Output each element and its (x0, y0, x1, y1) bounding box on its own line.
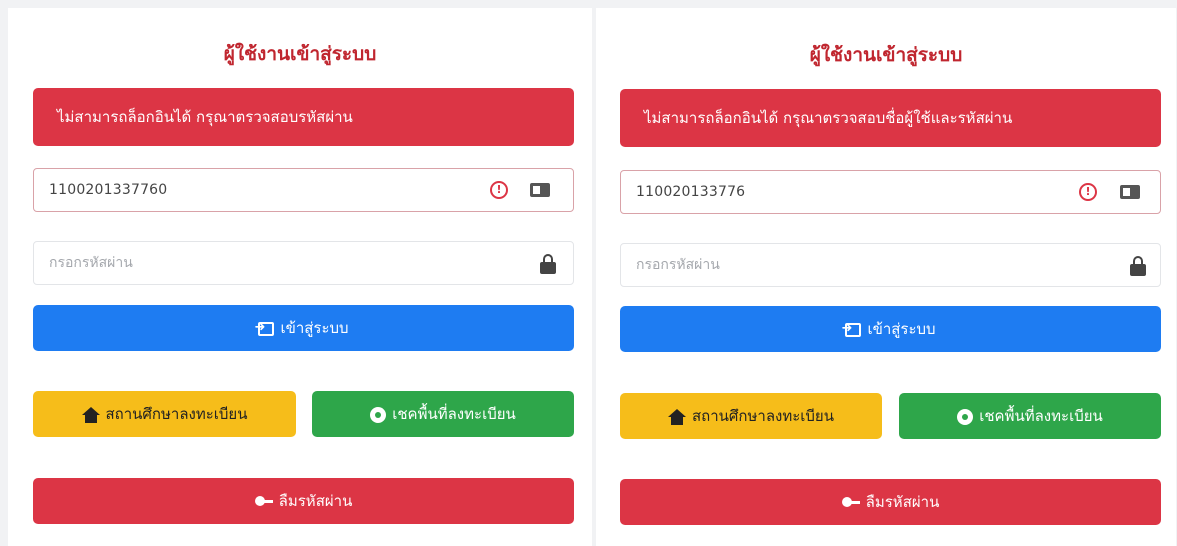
password-field[interactable]: กรอกรหัสผ่าน (33, 241, 574, 285)
login-title: ผู้ใช้งานเข้าสู่ระบบ (223, 43, 377, 65)
login-button-label: เข้าสู่ระบบ (280, 319, 349, 337)
forgot-password-label: ลืมรหัสผ่าน (865, 493, 940, 511)
forgot-password-button[interactable]: ลืมรหัสผ่าน (620, 479, 1161, 525)
username-value: 110020133776 (636, 184, 746, 200)
login-panel-left: ผู้ใช้งานเข้าสู่ระบบ ไม่สามารถล็อกอินได้… (8, 8, 592, 546)
login-panel-right: ผู้ใช้งานเข้าสู่ระบบ ไม่สามารถล็อกอินได้… (596, 8, 1176, 546)
school-icon (668, 408, 686, 425)
check-area-button[interactable]: เชคพื้นที่ลงทะเบียน (312, 391, 574, 437)
login-button-label: เข้าสู่ระบบ (867, 320, 936, 338)
school-registration-label: สถานศึกษาลงทะเบียน (105, 405, 248, 423)
login-button[interactable]: เข้าสู่ระบบ (620, 306, 1161, 352)
check-area-label: เชคพื้นที่ลงทะเบียน (392, 405, 516, 423)
search-location-icon (957, 408, 974, 425)
check-area-button[interactable]: เชคพื้นที่ลงทะเบียน (899, 393, 1161, 439)
lock-icon (1130, 256, 1146, 276)
key-icon (254, 495, 273, 508)
sign-in-icon (254, 319, 275, 337)
error-alert: ไม่สามารถล็อกอินได้ กรุณาตรวจสอบรหัสผ่าน (33, 88, 574, 146)
lock-icon (540, 254, 556, 274)
password-field[interactable]: กรอกรหัสผ่าน (620, 243, 1161, 287)
id-card-icon (530, 183, 550, 197)
school-registration-label: สถานศึกษาลงทะเบียน (692, 407, 834, 425)
search-location-icon (370, 406, 387, 423)
password-placeholder: กรอกรหัสผ่าน (636, 257, 720, 273)
login-title: ผู้ใช้งานเข้าสู่ระบบ (809, 44, 963, 66)
sign-in-icon (841, 320, 862, 338)
forgot-password-label: ลืมรหัสผ่าน (278, 492, 353, 510)
username-field[interactable]: 1100201337760 ! (33, 168, 574, 212)
password-placeholder: กรอกรหัสผ่าน (49, 255, 133, 271)
error-alert: ไม่สามารถล็อกอินได้ กรุณาตรวจสอบชื่อผู้ใ… (620, 89, 1161, 147)
exclamation-circle-icon: ! (1079, 183, 1097, 201)
login-button[interactable]: เข้าสู่ระบบ (33, 305, 574, 351)
id-card-icon (1120, 185, 1140, 199)
check-area-label: เชคพื้นที่ลงทะเบียน (979, 407, 1103, 425)
exclamation-circle-icon: ! (490, 181, 508, 199)
school-registration-button[interactable]: สถานศึกษาลงทะเบียน (33, 391, 296, 437)
key-icon (841, 496, 860, 509)
school-registration-button[interactable]: สถานศึกษาลงทะเบียน (620, 393, 882, 439)
forgot-password-button[interactable]: ลืมรหัสผ่าน (33, 478, 574, 524)
username-field[interactable]: 110020133776 ! (620, 170, 1161, 214)
username-value: 1100201337760 (49, 182, 168, 198)
school-icon (81, 406, 100, 423)
